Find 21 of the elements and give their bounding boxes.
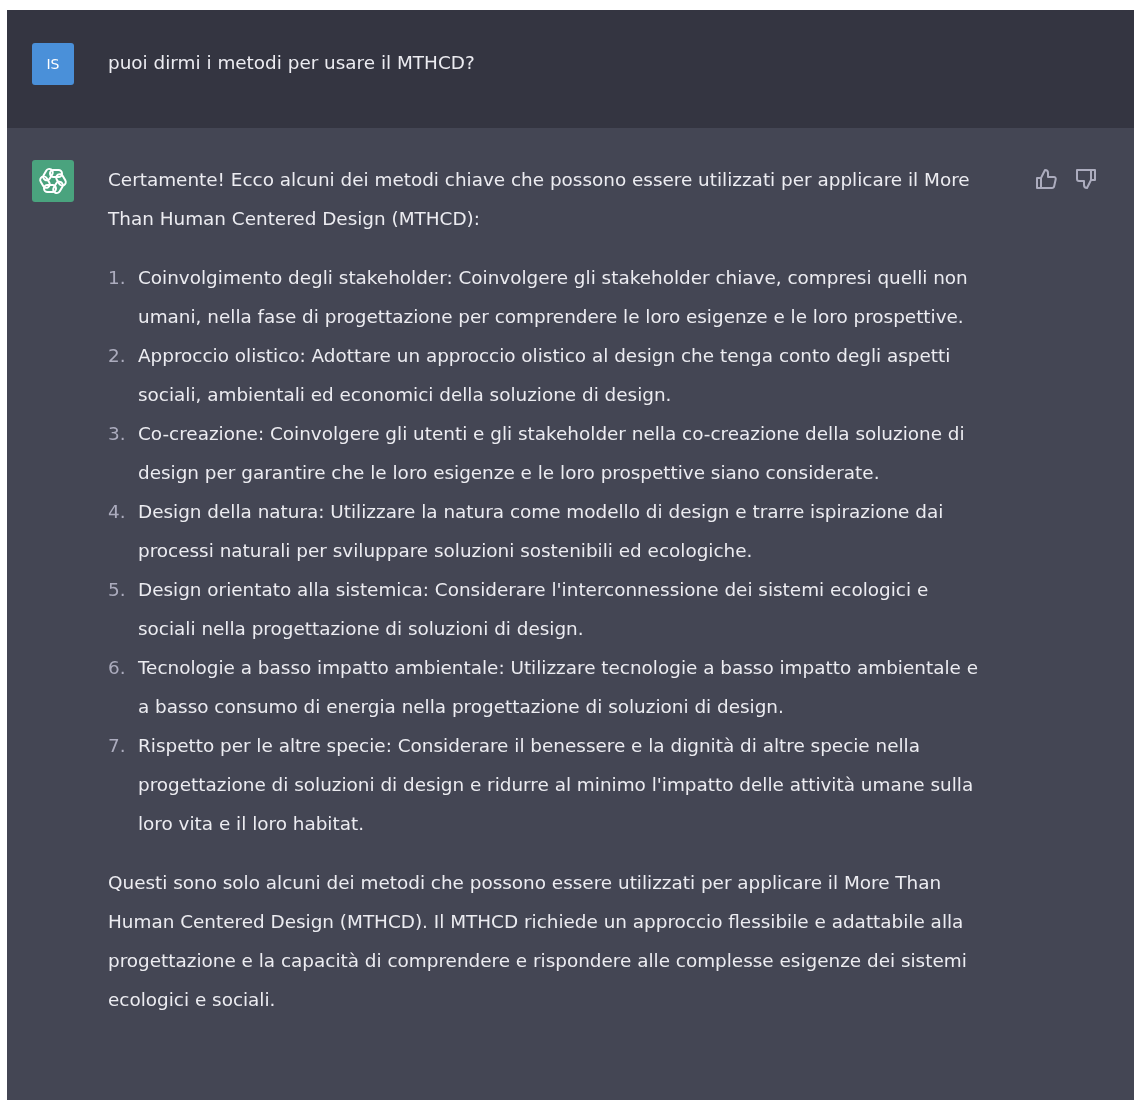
list-item-text: Approccio olistico: Adottare un approccio olistico al design che tenga conto degli aspetti sociali, ambientali ed economici della soluzione di design. [138,344,952,407]
user-avatar: IS [32,43,74,85]
list-item-text: Tecnologie a basso impatto ambientale: Utilizzare tecnologie a basso impatto ambientale e a basso consumo di energia nella progettazione di soluzioni di design. [138,656,979,719]
list-item-text: Design orientato alla sistemica: Considerare l'interconnessione dei sistemi ecologici e sociali nella progettazione di soluzioni di design. [138,578,930,641]
list-item-text: Rispetto per le altre specie: Considerare il benessere e la dignità di altre specie nella progettazione di soluzioni di design e ridurre al minimo l'impatto delle attività umane sulla loro vita e il loro habitat. [138,734,975,836]
list-number: 4. [108,500,127,524]
list-number: 5. [108,578,127,602]
list-item-text: Design della natura: Utilizzare la natura come modello di design e trarre ispirazione dai processi naturali per sviluppare soluzioni sostenibili ed ecologiche. [138,500,945,563]
thumbs-down-icon[interactable] [1074,167,1098,191]
answer-intro: Certamente! Ecco alcuni dei metodi chiave che possono essere utilizzati per applicare il More Than Human Centered Design (MTHCD): [108,168,971,231]
list-number: 6. [108,656,127,680]
list-number: 7. [108,734,127,758]
list-item-text: Coinvolgimento degli stakeholder: Coinvolgere gli stakeholder chiave, compresi quelli non umani, nella fase di progettazione per comprendere le loro esigenze e le loro prospettive. [138,266,969,329]
list-number: 3. [108,422,127,446]
rosette-icon [38,166,68,196]
question-text: puoi dirmi i metodi per usare il MTHCD? [108,51,475,75]
list-item-text: Co-creazione: Coinvolgere gli utenti e gli stakeholder nella co-creazione della soluzione di design per garantire che le loro esigenze e le loro prospettive siano considerate. [138,422,966,485]
list-number: 1. [108,266,127,290]
list-number: 2. [108,344,127,368]
thumbs-up-icon[interactable] [1034,167,1058,191]
answer-conclusion: Questi sono solo alcuni dei metodi che possono essere utilizzati per applicare il More Than Human Centered Design (MTHCD). Il MTHCD richiede un approccio flessibile e adattabile alla progettazione e la capacità di comprendere e rispondere alle complesse esigenze dei sistemi ecologici e sociali. [108,871,968,1012]
